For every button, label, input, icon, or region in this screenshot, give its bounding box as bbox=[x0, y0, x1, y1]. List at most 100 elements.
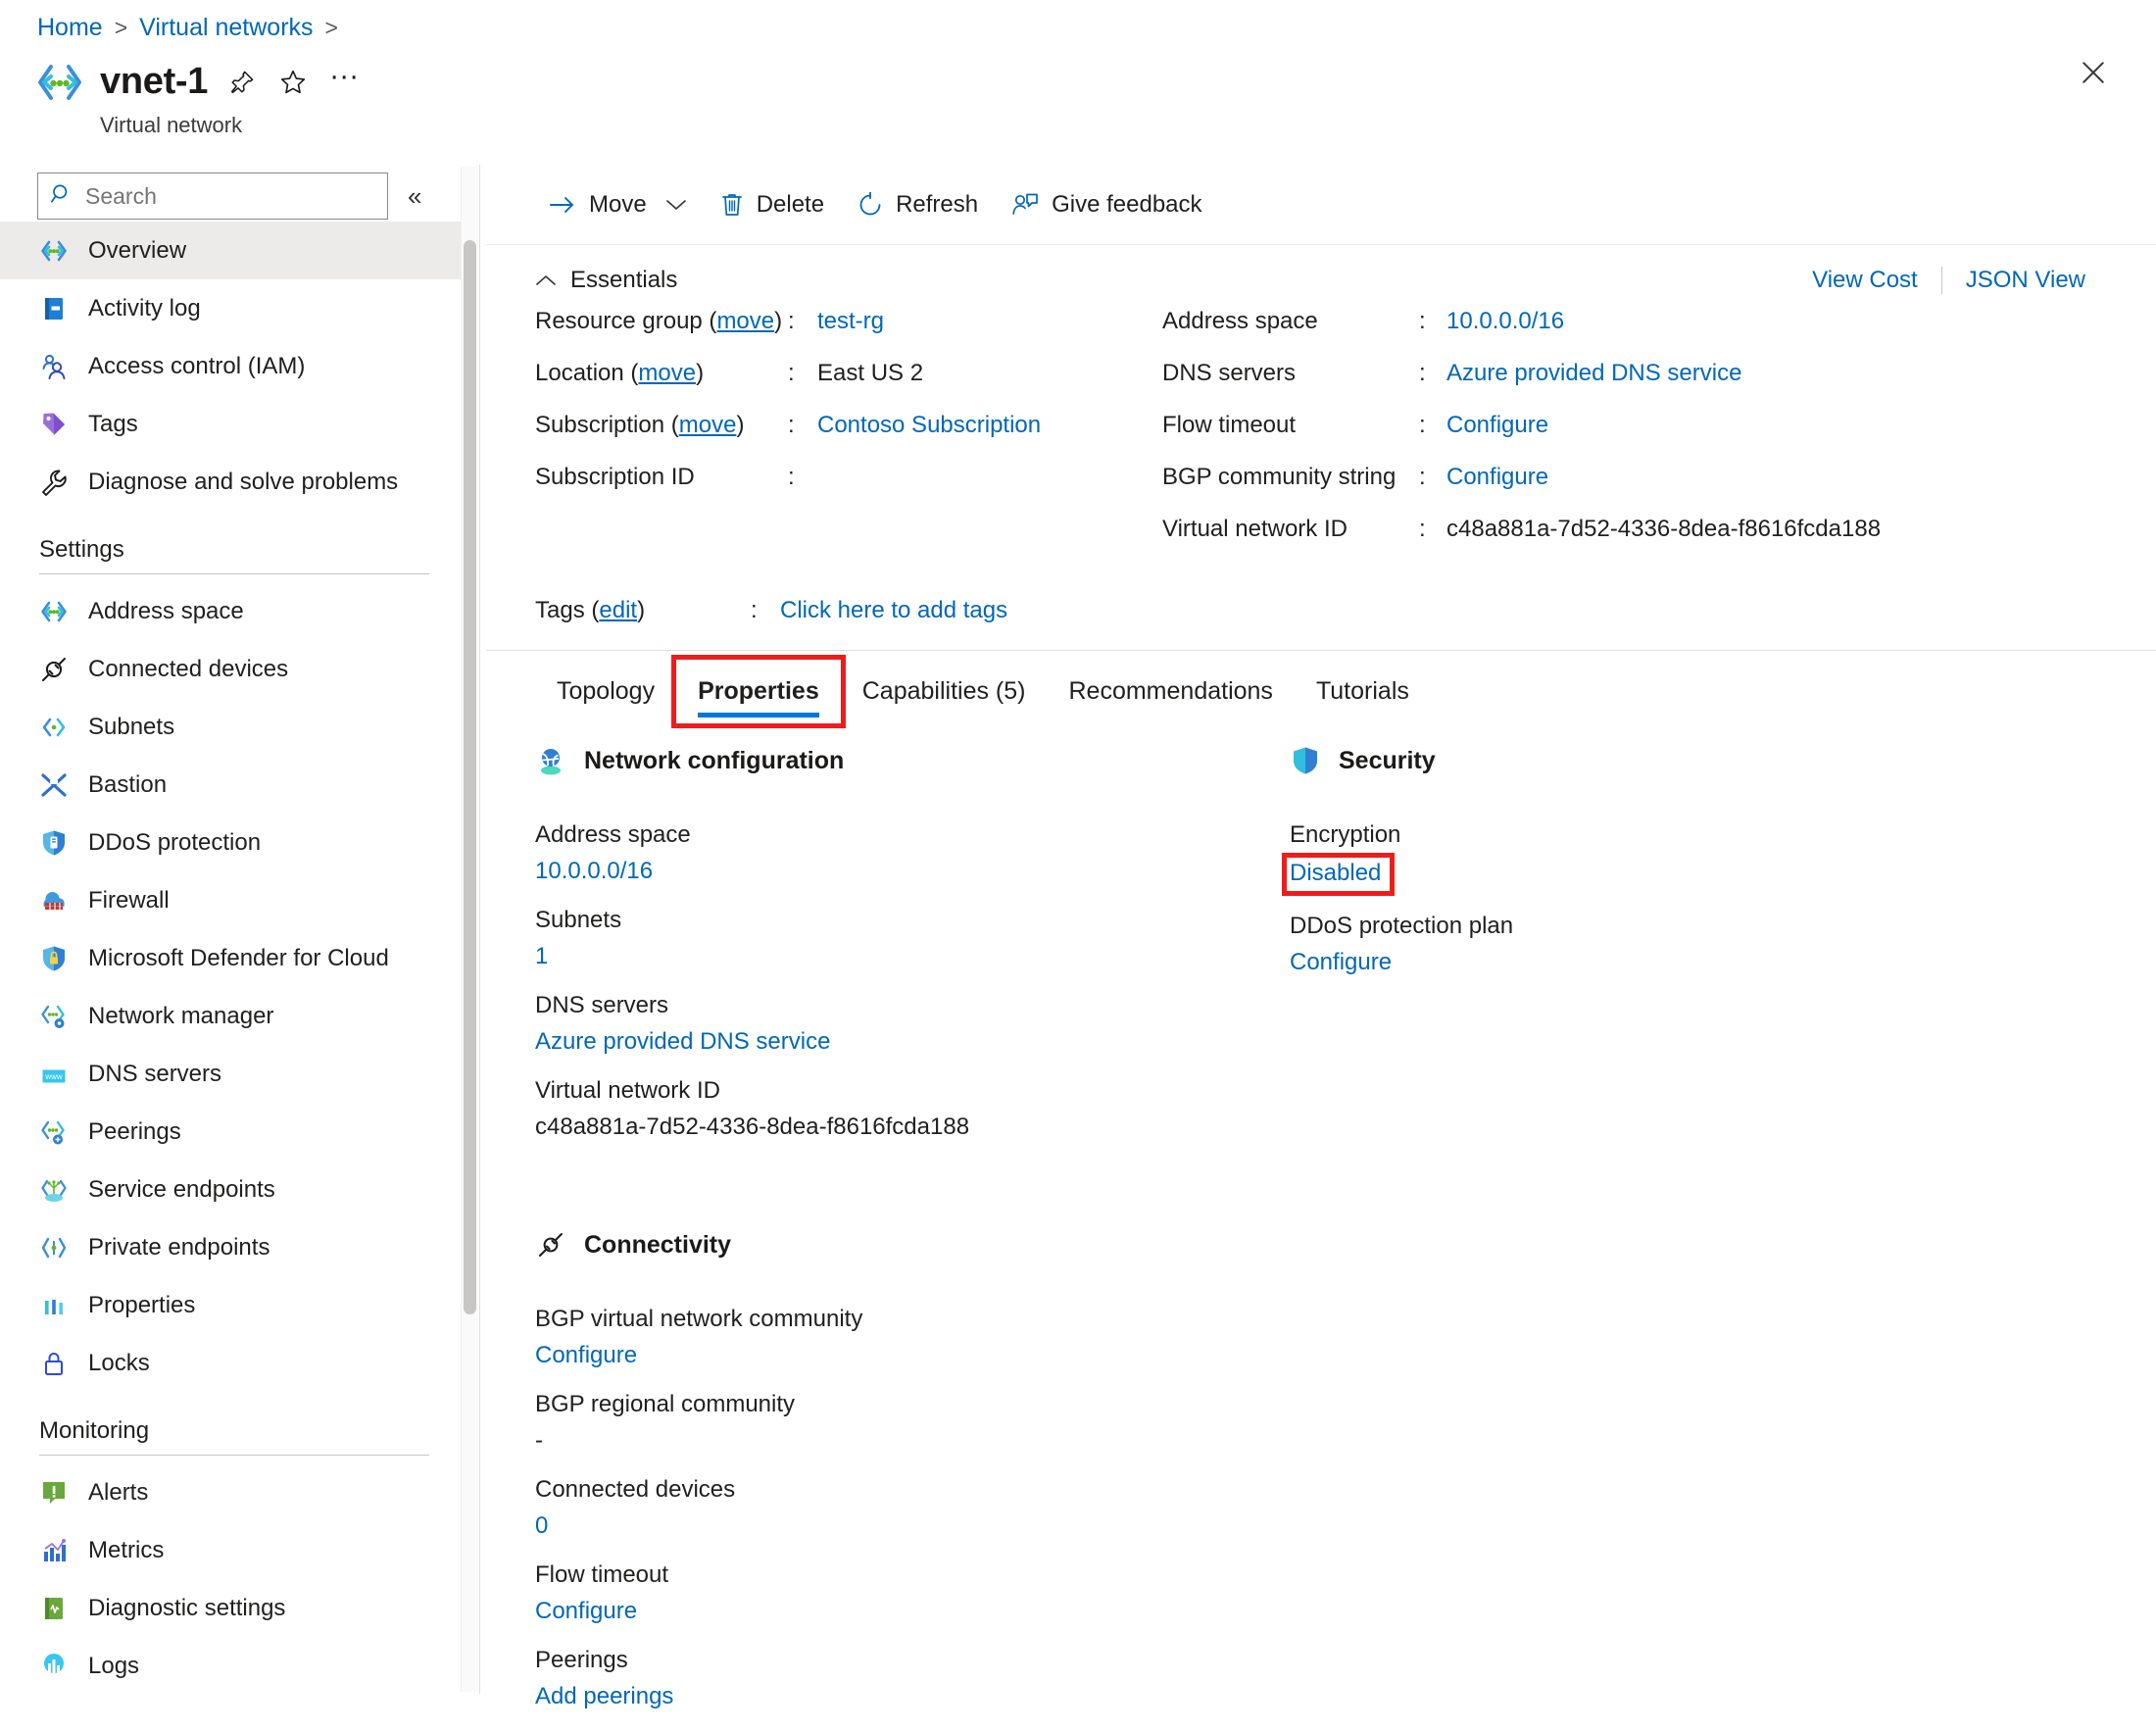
properties-panels: Network configuration Address space10.0.… bbox=[486, 723, 2156, 1732]
property-label: Connected devices bbox=[535, 1476, 1290, 1504]
sidebar-item-ddos-protection[interactable]: DDoS protection bbox=[0, 814, 468, 871]
tab-properties[interactable]: Properties bbox=[676, 660, 841, 723]
search-box[interactable] bbox=[37, 173, 388, 220]
essentials-value[interactable]: Azure provided DNS service bbox=[1446, 360, 1741, 387]
move-link[interactable]: move bbox=[716, 308, 774, 334]
sidebar-item-dns-servers[interactable]: wwwDNS servers bbox=[0, 1045, 468, 1103]
essentials-value[interactable]: Contoso Subscription bbox=[817, 412, 1041, 439]
sidebar-item-alerts[interactable]: Alerts bbox=[0, 1463, 468, 1521]
move-button[interactable]: Move bbox=[535, 183, 707, 226]
essentials-value[interactable]: 10.0.0.0/16 bbox=[1446, 308, 1564, 335]
essentials-value[interactable]: Configure bbox=[1446, 464, 1548, 491]
view-cost-link[interactable]: View Cost bbox=[1788, 267, 1941, 294]
sidebar-item-access-control-iam[interactable]: Access control (IAM) bbox=[0, 337, 468, 395]
private-endpoints-icon bbox=[39, 1233, 69, 1262]
breadcrumb-separator: > bbox=[325, 17, 338, 39]
sidebar-item-network-manager[interactable]: Network manager bbox=[0, 987, 468, 1045]
security-header: Security bbox=[1290, 745, 1976, 776]
sidebar-item-diagnostic-settings[interactable]: Diagnostic settings bbox=[0, 1579, 468, 1637]
sidebar-item-connected-devices[interactable]: Connected devices bbox=[0, 640, 468, 698]
sidebar-group-monitoring: Monitoring bbox=[0, 1417, 468, 1445]
sidebar-item-properties[interactable]: Properties bbox=[0, 1276, 468, 1334]
virtual-network-icon bbox=[37, 63, 82, 102]
breadcrumb-item-virtual-networks[interactable]: Virtual networks bbox=[139, 16, 313, 40]
essentials-row: Address space:10.0.0.0/16 bbox=[1162, 308, 1881, 360]
essentials-row: DNS servers:Azure provided DNS service bbox=[1162, 360, 1881, 412]
sidebar-item-service-endpoints[interactable]: Service endpoints bbox=[0, 1161, 468, 1218]
essentials-value[interactable]: Configure bbox=[1446, 412, 1548, 439]
essentials-label: Subscription ID bbox=[535, 464, 788, 491]
star-icon[interactable] bbox=[276, 66, 310, 99]
sidebar-item-peerings[interactable]: Peerings bbox=[0, 1103, 468, 1161]
sidebar-group-divider bbox=[39, 573, 429, 574]
property-value[interactable]: Configure bbox=[1290, 949, 1976, 976]
sidebar-item-tags[interactable]: Tags bbox=[0, 395, 468, 453]
tab-capabilities-5[interactable]: Capabilities (5) bbox=[841, 660, 1048, 723]
essentials-row: Subscription ID: bbox=[535, 464, 1162, 516]
wrench-icon bbox=[39, 468, 69, 497]
essentials-row: Location (move):East US 2 bbox=[535, 360, 1162, 412]
collapse-sidebar-button[interactable]: « bbox=[402, 177, 427, 216]
tab-topology[interactable]: Topology bbox=[535, 660, 676, 723]
give-feedback-button[interactable]: Give feedback bbox=[998, 183, 1221, 226]
property-value[interactable]: Azure provided DNS service bbox=[535, 1028, 1290, 1056]
close-icon[interactable] bbox=[2072, 51, 2115, 94]
tab-recommendations[interactable]: Recommendations bbox=[1048, 660, 1295, 723]
feedback-label: Give feedback bbox=[1052, 191, 1201, 219]
tags-row: Tags (edit) : Click here to add tags bbox=[486, 568, 2156, 650]
add-tags-link[interactable]: Click here to add tags bbox=[780, 597, 1007, 624]
move-link[interactable]: move bbox=[638, 360, 696, 386]
breadcrumb-item-home[interactable]: Home bbox=[37, 16, 103, 40]
sidebar-item-private-endpoints[interactable]: Private endpoints bbox=[0, 1218, 468, 1276]
diagnostic-settings-icon bbox=[39, 1594, 69, 1623]
sidebar-item-microsoft-defender-for-cloud[interactable]: Microsoft Defender for Cloud bbox=[0, 929, 468, 987]
delete-button[interactable]: Delete bbox=[707, 183, 844, 226]
essentials-colon: : bbox=[1419, 412, 1446, 439]
sidebar-item-label: Microsoft Defender for Cloud bbox=[88, 945, 389, 972]
network-configuration-header: Network configuration bbox=[535, 745, 1290, 776]
more-actions-button[interactable]: ··· bbox=[327, 66, 361, 99]
property-value[interactable]: Configure bbox=[535, 1598, 1290, 1625]
tab-label: Recommendations bbox=[1069, 677, 1273, 705]
property-value[interactable]: Add peerings bbox=[535, 1683, 1290, 1710]
sidebar-item-subnets[interactable]: Subnets bbox=[0, 698, 468, 756]
sidebar-item-metrics[interactable]: Metrics bbox=[0, 1521, 468, 1579]
sidebar-item-address-space[interactable]: Address space bbox=[0, 582, 468, 640]
sidebar-item-activity-log[interactable]: Activity log bbox=[0, 279, 468, 337]
connectivity-title: Connectivity bbox=[584, 1231, 731, 1260]
essentials-value: East US 2 bbox=[817, 360, 923, 387]
tags-icon bbox=[39, 410, 69, 439]
sidebar-item-locks[interactable]: Locks bbox=[0, 1334, 468, 1392]
essentials-toggle[interactable]: Essentials bbox=[535, 267, 677, 294]
search-input[interactable] bbox=[83, 182, 358, 211]
json-view-link[interactable]: JSON View bbox=[1942, 267, 2109, 294]
access-control-icon bbox=[39, 352, 69, 381]
property-label: Encryption bbox=[1290, 821, 1976, 849]
sidebar-item-bastion[interactable]: Bastion bbox=[0, 756, 468, 814]
property-value[interactable]: Configure bbox=[535, 1342, 1290, 1369]
essentials-label-text: Virtual network ID bbox=[1162, 516, 1348, 542]
sidebar-item-diagnose-and-solve-problems[interactable]: Diagnose and solve problems bbox=[0, 453, 468, 511]
sidebar-scrollbar-thumb[interactable] bbox=[464, 240, 476, 1314]
sidebar-item-logs[interactable]: Logs bbox=[0, 1637, 468, 1694]
essentials-colon: : bbox=[788, 412, 817, 439]
property-value[interactable]: 10.0.0.0/16 bbox=[535, 858, 1290, 885]
refresh-label: Refresh bbox=[896, 191, 978, 219]
activity-log-icon bbox=[39, 294, 69, 323]
sidebar-item-label: Service endpoints bbox=[88, 1176, 275, 1204]
move-link[interactable]: move bbox=[679, 412, 737, 438]
property-value[interactable]: Disabled bbox=[1287, 858, 1390, 891]
essentials-value[interactable]: test-rg bbox=[817, 308, 884, 335]
essentials-right-column: Address space:10.0.0.0/16DNS servers:Azu… bbox=[1162, 308, 1881, 568]
property-value[interactable]: 1 bbox=[535, 943, 1290, 970]
command-toolbar: Move Delete bbox=[486, 165, 2156, 245]
network-configuration-title: Network configuration bbox=[584, 747, 844, 775]
refresh-button[interactable]: Refresh bbox=[844, 183, 998, 226]
property-value[interactable]: 0 bbox=[535, 1512, 1290, 1540]
tags-edit-link[interactable]: edit bbox=[599, 597, 637, 623]
tab-tutorials[interactable]: Tutorials bbox=[1295, 660, 1431, 723]
pin-icon[interactable] bbox=[225, 66, 259, 99]
essentials-label: Subscription (move) bbox=[535, 412, 788, 439]
sidebar-item-overview[interactable]: Overview bbox=[0, 222, 468, 279]
sidebar-item-firewall[interactable]: Firewall bbox=[0, 871, 468, 929]
